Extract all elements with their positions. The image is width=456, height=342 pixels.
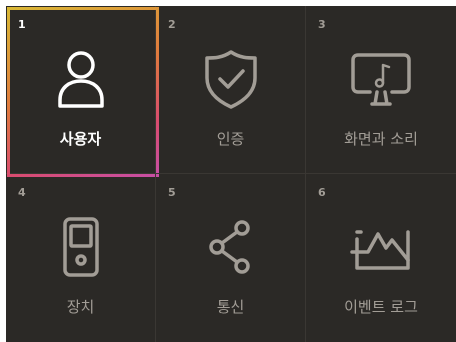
device-icon (48, 214, 114, 280)
tile-event-log[interactable]: 6 이벤트 로그 (306, 174, 456, 342)
shield-check-icon (198, 46, 264, 112)
share-icon (198, 214, 264, 280)
tile-number: 4 (18, 186, 26, 199)
tile-label: 장치 (66, 298, 95, 316)
tile-number: 3 (318, 18, 326, 31)
tile-number: 2 (168, 18, 176, 31)
event-log-icon (348, 214, 414, 280)
tile-label: 인증 (216, 130, 245, 148)
monitor-music-icon (348, 46, 414, 112)
tile-device[interactable]: 4 장치 (6, 174, 156, 342)
user-icon (48, 46, 114, 112)
tile-authentication[interactable]: 2 인증 (156, 6, 306, 174)
tile-label: 통신 (216, 298, 245, 316)
tile-user[interactable]: 1 사용자 (6, 6, 159, 177)
tile-label: 사용자 (59, 130, 102, 148)
tile-communication[interactable]: 5 통신 (156, 174, 306, 342)
tile-number: 5 (168, 186, 176, 199)
tile-display-sound[interactable]: 3 화면과 소리 (306, 6, 456, 174)
tile-number: 1 (18, 18, 26, 31)
settings-menu-grid: 1 사용자 2 인증 3 화면과 소리 4 장치 5 통신 6 이벤트 로그 (6, 6, 456, 342)
tile-number: 6 (318, 186, 326, 199)
tile-label: 화면과 소리 (344, 130, 418, 148)
tile-label: 이벤트 로그 (344, 298, 418, 316)
